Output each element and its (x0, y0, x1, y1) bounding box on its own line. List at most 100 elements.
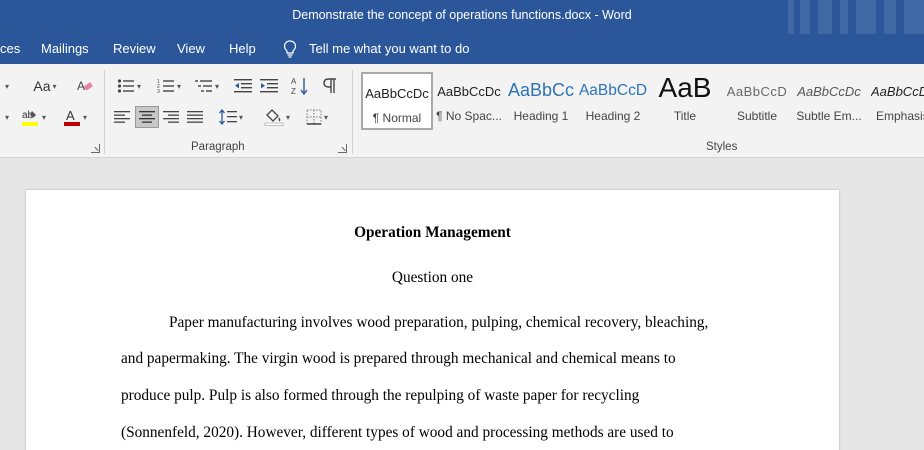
style-name: ¶ Normal (372, 111, 422, 125)
style-normal[interactable]: AaBbCcDc ¶ Normal (361, 72, 433, 130)
increase-indent-button[interactable] (258, 75, 280, 97)
style-name: Subtle Em... (796, 109, 862, 123)
svg-text:Z: Z (291, 87, 296, 96)
paragraph-dialog-launcher[interactable] (338, 144, 347, 153)
style-sample: AaB (658, 72, 712, 103)
paragraph-line: produce pulp. Pulp is also formed throug… (121, 387, 640, 404)
style-heading-2[interactable]: AaBbCcD Heading 2 (577, 72, 649, 130)
font-size-dropdown[interactable]: ▾ (0, 75, 12, 97)
multilevel-list-button[interactable]: ▾ (190, 75, 224, 97)
chevron-down-icon: ▾ (52, 81, 57, 91)
chevron-down-icon: ▾ (4, 112, 9, 122)
show-formatting-button[interactable] (320, 75, 340, 97)
borders-button[interactable]: ▾ (300, 106, 334, 128)
highlight-color-button[interactable]: ab ▾ (18, 106, 48, 128)
bullets-icon (117, 79, 134, 93)
clear-formatting-button[interactable]: A (75, 75, 95, 97)
chevron-down-icon: ▾ (285, 112, 290, 122)
justify-button[interactable] (184, 106, 206, 128)
align-right-icon (163, 111, 179, 123)
change-case-button[interactable]: Aa ▾ (28, 75, 62, 97)
chevron-down-icon: ▾ (238, 112, 243, 122)
document-title: Operation Management (354, 224, 511, 241)
svg-text:A: A (291, 77, 297, 86)
clear-formatting-icon: A (77, 79, 93, 93)
align-left-button[interactable] (111, 106, 133, 128)
paragraph-group-label: Paragraph (191, 141, 245, 153)
style-name: Heading 1 (513, 109, 569, 123)
window-title: Demonstrate the concept of operations fu… (292, 8, 632, 22)
document-subtitle: Question one (391, 269, 474, 286)
bullets-button[interactable]: ▾ (111, 75, 147, 97)
chevron-down-icon: ▾ (323, 112, 328, 122)
style-sample: AaBbCcD (871, 84, 924, 99)
paint-bucket-icon (264, 109, 284, 126)
align-center-button[interactable] (135, 106, 159, 128)
justify-icon (187, 111, 203, 123)
chevron-down-icon: ▾ (4, 81, 9, 91)
ribbon: ▾ Aa ▾ A ▾ ab ▾ A ▾ ▾ 1 2 3 ▾ ▾ A Z ▾ ▾ … (0, 64, 924, 158)
sort-icon: A Z (291, 77, 308, 96)
font-color-icon: A (63, 108, 80, 126)
svg-text:3: 3 (157, 89, 160, 94)
tab-view[interactable]: View (177, 41, 205, 56)
styles-group-label: Styles (706, 141, 738, 153)
style-emphasis[interactable]: AaBbCcD Emphasis (865, 72, 924, 130)
chevron-down-icon: ▾ (176, 81, 181, 91)
decrease-indent-button[interactable] (232, 75, 254, 97)
paragraph-line: (Sonnenfeld, 2020). However, different t… (121, 424, 674, 441)
style-sample: AaBbCcDc (797, 84, 861, 99)
pilcrow-icon (323, 78, 336, 93)
change-case-label: Aa (33, 78, 51, 94)
paragraph-line: and papermaking. The virgin wood is prep… (121, 350, 676, 367)
style-subtle-emphasis[interactable]: AaBbCcDc Subtle Em... (793, 72, 865, 130)
menu-bar: ces Mailings Review View Help Tell me wh… (0, 34, 924, 64)
text-effects-dropdown[interactable]: ▾ (0, 106, 12, 128)
font-color-button[interactable]: A ▾ (58, 106, 92, 128)
tab-references[interactable]: ces (0, 41, 20, 56)
style-name: ¶ No Spac... (436, 109, 502, 123)
align-right-button[interactable] (160, 106, 182, 128)
tab-review[interactable]: Review (113, 41, 156, 56)
numbering-button[interactable]: 1 2 3 ▾ (151, 75, 187, 97)
ribbon-separator (352, 70, 353, 154)
style-name: Title (673, 109, 697, 123)
chevron-down-icon: ▾ (214, 81, 219, 91)
sort-button[interactable]: A Z (290, 75, 310, 97)
title-bar: Demonstrate the concept of operations fu… (0, 0, 924, 34)
increase-indent-icon (260, 79, 278, 93)
numbering-icon: 1 2 3 (157, 79, 174, 94)
line-spacing-icon (218, 109, 237, 125)
style-subtitle[interactable]: AaBbCcD Subtitle (721, 72, 793, 130)
style-heading-1[interactable]: AaBbCc Heading 1 (505, 72, 577, 130)
multilevel-list-icon (194, 80, 212, 92)
style-no-spacing[interactable]: AaBbCcDc ¶ No Spac... (433, 72, 505, 130)
chevron-down-icon: ▾ (41, 112, 46, 122)
style-title[interactable]: AaB Title (649, 72, 721, 130)
lightbulb-icon[interactable] (283, 40, 297, 58)
line-spacing-button[interactable]: ▾ (214, 106, 248, 128)
chevron-down-icon: ▾ (136, 81, 141, 91)
style-sample: AaBbCcD (726, 84, 788, 99)
svg-text:A: A (77, 79, 85, 93)
font-dialog-launcher[interactable] (91, 144, 100, 153)
align-center-icon (139, 111, 155, 123)
style-sample: AaBbCcDc (437, 84, 501, 99)
document-page[interactable]: Operation Management Question one Paper … (26, 190, 839, 450)
align-left-icon (114, 111, 130, 123)
tab-mailings[interactable]: Mailings (41, 41, 89, 56)
document-canvas[interactable]: Operation Management Question one Paper … (0, 158, 924, 450)
highlighter-icon: ab (21, 110, 38, 126)
paragraph-line: Paper manufacturing involves wood prepar… (169, 314, 709, 331)
decrease-indent-icon (234, 79, 252, 93)
style-sample: AaBbCcDc (365, 86, 429, 101)
chevron-down-icon: ▾ (82, 112, 87, 122)
shading-button[interactable]: ▾ (260, 106, 294, 128)
style-name: Heading 2 (585, 109, 641, 123)
style-sample: AaBbCc (507, 80, 575, 100)
tell-me-search[interactable]: Tell me what you want to do (309, 41, 469, 56)
ribbon-separator (104, 70, 105, 154)
style-name: Subtitle (736, 109, 778, 123)
tab-help[interactable]: Help (229, 41, 256, 56)
style-sample: AaBbCcD (578, 82, 648, 99)
